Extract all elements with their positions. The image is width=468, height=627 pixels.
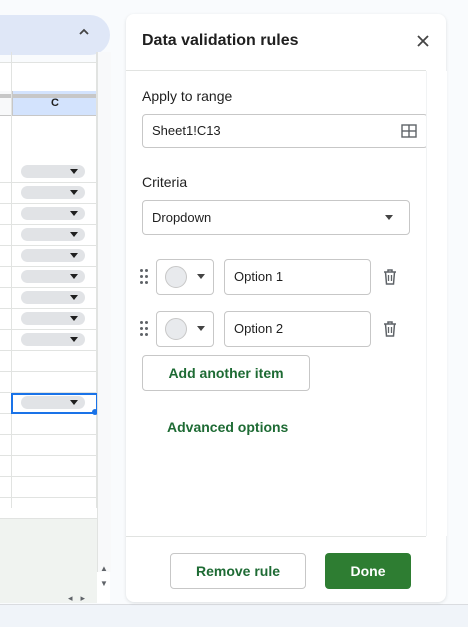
advanced-options-link[interactable]: Advanced options — [167, 419, 288, 435]
caret-down-icon — [385, 215, 393, 220]
dropdown-chip[interactable] — [21, 165, 85, 178]
grid-line — [11, 52, 12, 508]
dropdown-chip[interactable] — [21, 228, 85, 241]
caret-down-icon — [197, 274, 205, 279]
range-input[interactable]: Sheet1!C13 — [142, 114, 428, 148]
trash-icon[interactable] — [382, 268, 398, 286]
grid-line — [0, 476, 97, 477]
option-color-picker[interactable] — [156, 259, 214, 295]
add-item-button[interactable]: Add another item — [142, 355, 310, 391]
grid-line — [0, 245, 97, 246]
color-swatch — [165, 266, 187, 288]
done-button[interactable]: Done — [325, 553, 411, 589]
grid-line — [0, 266, 97, 267]
grid-line — [0, 182, 97, 183]
grid-line — [0, 350, 97, 351]
grid-line — [0, 203, 97, 204]
dropdown-chip[interactable] — [21, 249, 85, 262]
grid-line — [0, 224, 97, 225]
option-input[interactable]: Option 1 — [224, 259, 371, 295]
select-range-grid-icon[interactable] — [401, 124, 417, 138]
dropdown-chip[interactable] — [21, 291, 85, 304]
panel-divider — [126, 70, 426, 71]
trash-icon[interactable] — [382, 320, 398, 338]
panel-scrollbar[interactable] — [426, 71, 447, 536]
grid-line — [0, 329, 97, 330]
dropdown-chip[interactable] — [21, 312, 85, 325]
grid-line — [0, 497, 97, 498]
horizontal-scroll-arrows[interactable]: ◂▸ — [68, 593, 93, 604]
dropdown-chip[interactable] — [21, 333, 85, 346]
close-icon[interactable] — [416, 34, 430, 48]
dropdown-chip[interactable] — [21, 186, 85, 199]
toolbar-collapse-pill[interactable] — [0, 15, 110, 55]
color-swatch — [165, 318, 187, 340]
scroll-down-arrow-icon[interactable]: ▼ — [100, 579, 108, 588]
sheet-empty-area — [0, 518, 97, 603]
drag-handle-icon[interactable] — [140, 269, 148, 285]
grid-line — [0, 434, 97, 435]
frozen-row-separator[interactable] — [0, 94, 110, 98]
grid-line — [0, 308, 97, 309]
panel-title: Data validation rules — [142, 32, 299, 49]
spreadsheet-area: C ▲ ▼ ◂▸ — [0, 0, 111, 626]
scroll-up-arrow-icon[interactable]: ▲ — [100, 564, 108, 573]
bottom-status-strip — [0, 604, 468, 627]
range-value: Sheet1!C13 — [152, 123, 221, 138]
grid-line — [0, 371, 97, 372]
grid-line — [0, 455, 97, 456]
criteria-label: Criteria — [142, 174, 188, 190]
criteria-dropdown[interactable]: Dropdown — [142, 200, 410, 235]
chevron-up-icon[interactable] — [78, 25, 90, 41]
data-validation-panel: Data validation rules Apply to range She… — [126, 14, 447, 602]
apply-range-label: Apply to range — [142, 88, 233, 104]
selected-cell[interactable] — [11, 393, 98, 414]
criteria-value: Dropdown — [152, 210, 212, 225]
remove-rule-button[interactable]: Remove rule — [170, 553, 306, 589]
vertical-scrollbar[interactable] — [97, 52, 111, 572]
caret-down-icon — [197, 326, 205, 331]
option-input[interactable]: Option 2 — [224, 311, 371, 347]
dropdown-chip[interactable] — [21, 270, 85, 283]
footer-divider — [126, 536, 426, 537]
grid-line — [0, 287, 97, 288]
dropdown-chip[interactable] — [21, 207, 85, 220]
option-color-picker[interactable] — [156, 311, 214, 347]
drag-handle-icon[interactable] — [140, 321, 148, 337]
